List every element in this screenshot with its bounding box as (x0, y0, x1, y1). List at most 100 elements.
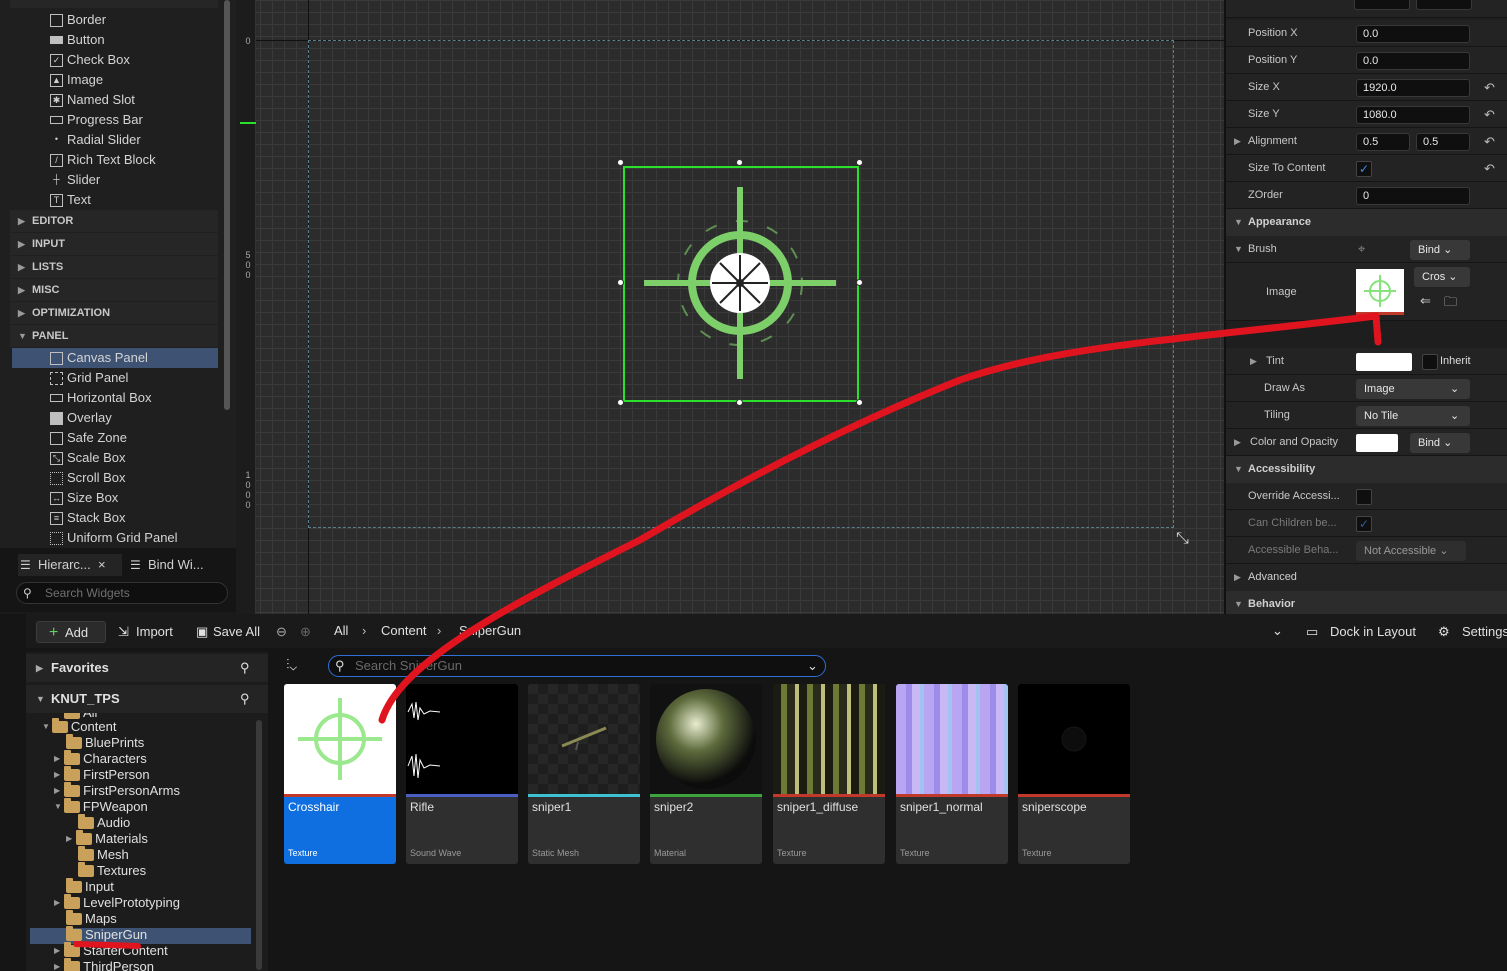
reset-arrow-icon[interactable]: ↶ (1484, 80, 1495, 96)
category-misc[interactable]: ▶ MISC (10, 279, 218, 301)
use-selected-icon[interactable]: ⇐ (1420, 293, 1431, 309)
tree-item-fpweapon[interactable]: ▼ FPWeapon (54, 798, 148, 815)
tree-item-startercontent[interactable]: ▶ StarterContent (54, 942, 168, 959)
position-x-field[interactable]: 0.0 (1356, 25, 1470, 43)
chevron-down-icon[interactable]: ▼ (1234, 244, 1243, 254)
palette-item-canvas-panel[interactable]: Canvas Panel (12, 348, 218, 368)
category-editor[interactable]: ▶ EDITOR (10, 210, 218, 232)
tree-item-blueprints[interactable]: BluePrints (66, 734, 144, 751)
chevron-down-icon[interactable]: ⌄ (807, 656, 818, 676)
dock-in-layout-button[interactable]: ▭ Dock in Layout (1306, 621, 1416, 643)
resize-handle[interactable] (856, 159, 863, 166)
section-advanced[interactable]: ▶ Advanced (1226, 564, 1507, 591)
palette-item-size-box[interactable]: ↔ Size Box (50, 488, 218, 508)
settings-button[interactable]: ⚙ Settings (1438, 621, 1507, 643)
chevron-right-icon[interactable]: ▶ (1234, 437, 1241, 448)
category-lists[interactable]: ▶ LISTS (10, 256, 218, 278)
palette-item-button[interactable]: Button (50, 30, 218, 50)
chevron-right-icon[interactable]: ▶ (1234, 136, 1241, 147)
palette-item-border[interactable]: Border (50, 10, 218, 30)
palette-item-named-slot[interactable]: ✱ Named Slot (50, 90, 218, 110)
search-icon[interactable]: ⚲ (240, 654, 250, 682)
tree-item-mesh[interactable]: Mesh (78, 846, 129, 863)
draw-as-dropdown[interactable]: Image ⌄ (1356, 379, 1470, 399)
search-widgets-input[interactable]: ⚲ Search Widgets (16, 582, 228, 604)
breadcrumb-snipergun[interactable]: SniperGun (459, 620, 521, 642)
add-button[interactable]: + Add (36, 621, 106, 643)
breadcrumb-all[interactable]: All (334, 620, 348, 642)
tree-item-input[interactable]: Input (66, 878, 114, 895)
category-optimization[interactable]: ▶ OPTIMIZATION (10, 302, 218, 324)
palette-item-text[interactable]: T Text (50, 190, 218, 210)
resize-corner-icon[interactable]: ⤡ (1176, 530, 1189, 548)
save-all-button[interactable]: ▣ Save All (196, 621, 260, 643)
tree-scrollbar[interactable] (256, 720, 262, 970)
category-input[interactable]: ▶ INPUT (10, 233, 218, 255)
asset-tile-sniper1-normal[interactable]: sniper1_normal Texture (896, 684, 1008, 864)
reset-arrow-icon[interactable]: ↶ (1484, 161, 1495, 177)
size-y-field[interactable]: 1080.0 (1356, 106, 1470, 124)
tree-item-audio[interactable]: Audio (78, 814, 130, 831)
browse-icon[interactable]: 🗀 (1444, 293, 1457, 315)
tree-item-snipergun[interactable]: SniperGun (66, 926, 147, 943)
zorder-field[interactable]: 0 (1356, 187, 1470, 205)
color-bind-dropdown[interactable]: Bind ⌄ (1410, 433, 1470, 453)
category-panel[interactable]: ▼ PANEL (10, 325, 218, 347)
asset-tile-sniper1[interactable]: sniper1 Static Mesh (528, 684, 640, 864)
tree-item-thirdperson[interactable]: ▶ ThirdPerson (54, 958, 154, 971)
section-accessibility[interactable]: ▼ Accessibility (1226, 456, 1507, 483)
section-appearance[interactable]: ▼ Appearance (1226, 209, 1507, 236)
inherit-checkbox[interactable] (1422, 354, 1438, 370)
override-accessible-checkbox[interactable] (1356, 489, 1372, 505)
alignment-x-field[interactable]: 0.5 (1356, 133, 1410, 151)
tree-item-content[interactable]: ▼ Content (42, 718, 116, 735)
tab-hierarchy[interactable]: ☰ Hierarc... × (18, 554, 122, 576)
palette-item-scale-box[interactable]: ⤡ Scale Box (50, 448, 218, 468)
tree-item-characters[interactable]: ▶ Characters (54, 750, 147, 767)
asset-tile-crosshair[interactable]: Crosshair Texture (284, 684, 396, 864)
resize-handle[interactable] (617, 159, 624, 166)
size-x-field[interactable]: 1920.0 (1356, 79, 1470, 97)
position-y-field[interactable]: 0.0 (1356, 52, 1470, 70)
palette-item-safe-zone[interactable]: Safe Zone (50, 428, 218, 448)
resize-handle[interactable] (617, 399, 624, 406)
breadcrumb-content[interactable]: Content (381, 620, 427, 642)
search-icon[interactable]: ⚲ (240, 685, 250, 713)
resize-handle[interactable] (856, 399, 863, 406)
asset-tile-sniper2[interactable]: sniper2 Material (650, 684, 762, 864)
palette-item-horizontal-box[interactable]: Horizontal Box (50, 388, 218, 408)
resize-handle[interactable] (617, 279, 624, 286)
filter-icon[interactable]: ⫶⌄ (286, 656, 297, 673)
tiling-dropdown[interactable]: No Tile ⌄ (1356, 406, 1470, 426)
resize-handle[interactable] (856, 279, 863, 286)
palette-item-image[interactable]: ▲ Image (50, 70, 218, 90)
tree-item-textures[interactable]: Textures (78, 862, 146, 879)
alignment-y-field[interactable]: 0.5 (1416, 133, 1470, 151)
palette-scrollbar[interactable] (224, 0, 230, 410)
tree-item-levelprototyping[interactable]: ▶ LevelPrototyping (54, 894, 180, 911)
asset-tile-sniperscope[interactable]: sniperscope Texture (1018, 684, 1130, 864)
tint-color-swatch[interactable] (1356, 353, 1412, 371)
brush-bind-dropdown[interactable]: Bind ⌄ (1410, 240, 1470, 260)
palette-item-check-box[interactable]: ✓ Check Box (50, 50, 218, 70)
palette-item-progress-bar[interactable]: Progress Bar (50, 110, 218, 130)
image-thumbnail[interactable] (1356, 269, 1404, 315)
section-behavior[interactable]: ▼ Behavior (1226, 591, 1507, 614)
chevron-right-icon[interactable]: ▶ (1250, 356, 1257, 367)
palette-item-rich-text-block[interactable]: / Rich Text Block (50, 150, 218, 170)
back-icon[interactable]: ⊖ (276, 621, 287, 643)
tab-bind-widgets[interactable]: ☰ Bind Wi... (128, 554, 228, 576)
tree-item-materials[interactable]: ▶ Materials (66, 830, 148, 847)
palette-item-scroll-box[interactable]: Scroll Box (50, 468, 218, 488)
image-asset-dropdown[interactable]: Cros ⌄ (1414, 267, 1470, 287)
reset-arrow-icon[interactable]: ↶ (1484, 107, 1495, 123)
chevron-down-icon[interactable]: ⌄ (1272, 620, 1283, 642)
close-icon[interactable]: × (98, 554, 106, 576)
palette-item-slider[interactable]: ┼ Slider (50, 170, 218, 190)
tree-item-firstpersonarms[interactable]: ▶ FirstPersonArms (54, 782, 180, 799)
asset-tile-rifle[interactable]: Rifle Sound Wave (406, 684, 518, 864)
common-category-header[interactable] (10, 0, 218, 8)
palette-item-radial-slider[interactable]: • Radial Slider (50, 130, 218, 150)
maximum-x-field[interactable] (1354, 0, 1410, 10)
palette-item-stack-box[interactable]: ≡ Stack Box (50, 508, 218, 528)
